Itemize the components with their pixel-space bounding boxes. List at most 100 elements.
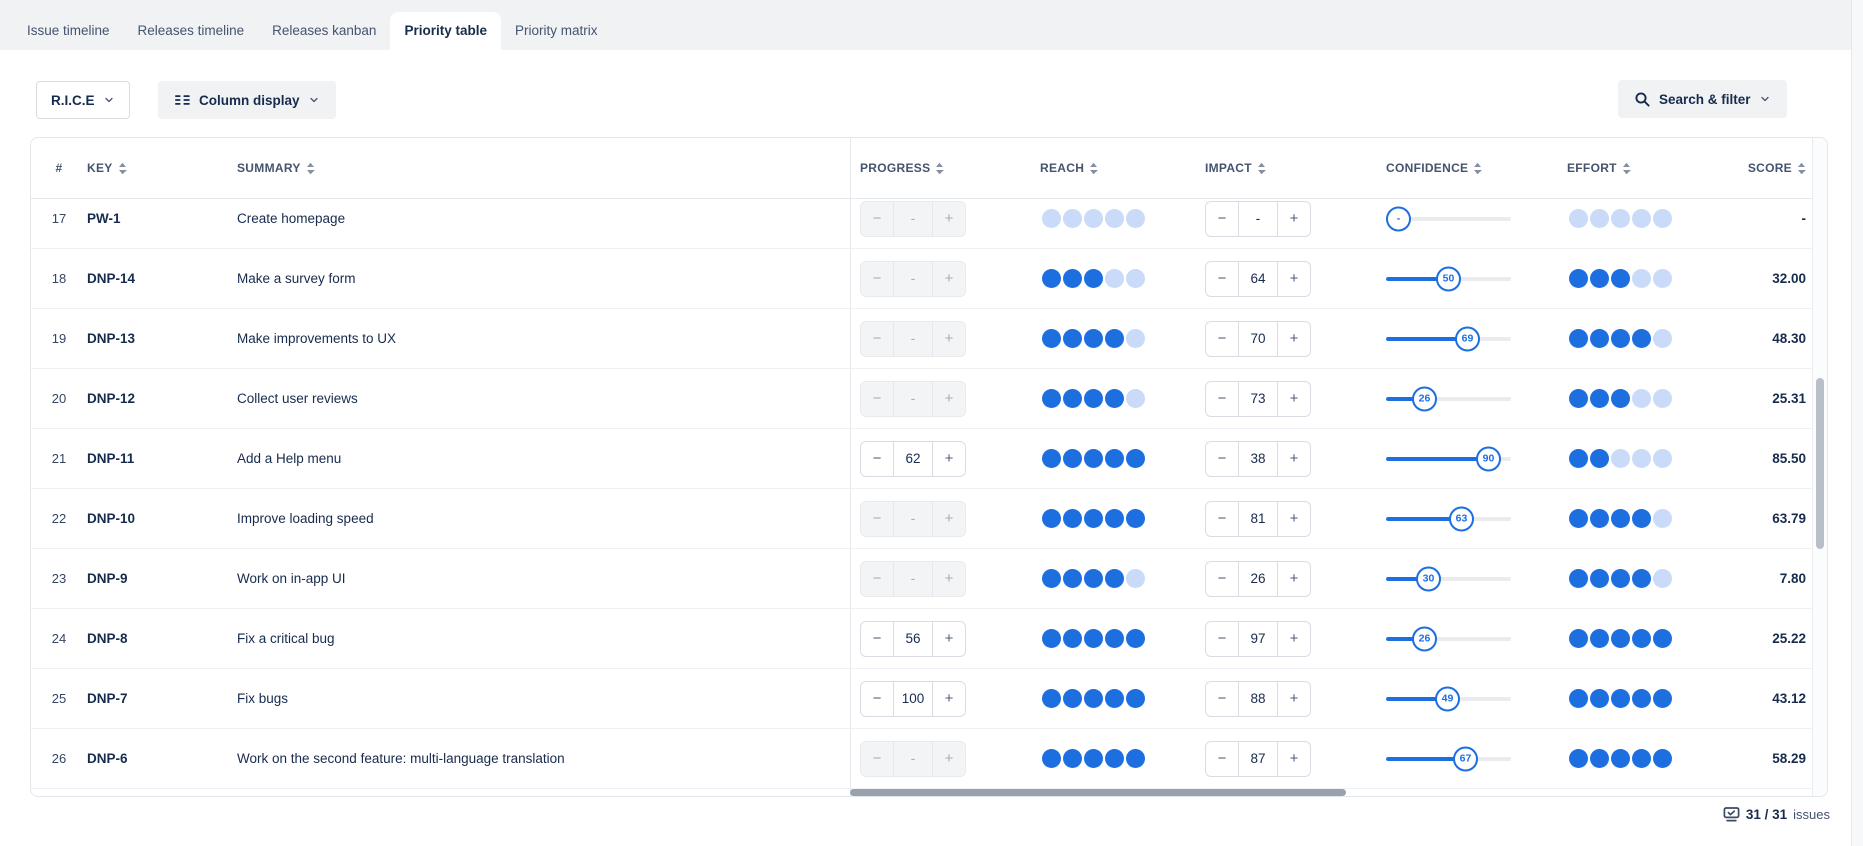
- decrement-button[interactable]: −: [1206, 622, 1238, 656]
- dot-4[interactable]: [1632, 389, 1651, 408]
- impact-stepper[interactable]: −70+: [1205, 321, 1311, 357]
- dot-1[interactable]: [1569, 209, 1588, 228]
- reach-dots[interactable]: [1042, 449, 1145, 468]
- impact-stepper[interactable]: −-+: [1205, 201, 1311, 237]
- effort-dots[interactable]: [1569, 329, 1672, 348]
- dot-5[interactable]: [1126, 689, 1145, 708]
- dot-1[interactable]: [1042, 569, 1061, 588]
- column-header-reach[interactable]: REACH: [1040, 161, 1205, 175]
- reach-dots[interactable]: [1042, 689, 1145, 708]
- dot-2[interactable]: [1590, 509, 1609, 528]
- impact-stepper[interactable]: −88+: [1205, 681, 1311, 717]
- dot-1[interactable]: [1569, 689, 1588, 708]
- dot-3[interactable]: [1084, 749, 1103, 768]
- dot-5[interactable]: [1653, 569, 1672, 588]
- impact-stepper[interactable]: −97+: [1205, 621, 1311, 657]
- horizontal-scrollbar-thumb[interactable]: [850, 789, 1346, 796]
- effort-dots[interactable]: [1569, 749, 1672, 768]
- slider-thumb[interactable]: 50: [1436, 266, 1461, 291]
- dot-3[interactable]: [1084, 449, 1103, 468]
- dot-3[interactable]: [1611, 389, 1630, 408]
- decrement-button[interactable]: −: [861, 442, 893, 476]
- dot-3[interactable]: [1084, 389, 1103, 408]
- dot-2[interactable]: [1063, 569, 1082, 588]
- reach-dots[interactable]: [1042, 389, 1145, 408]
- increment-button[interactable]: +: [1278, 742, 1310, 776]
- progress-stepper[interactable]: −56+: [860, 621, 966, 657]
- dot-5[interactable]: [1126, 749, 1145, 768]
- column-header-impact[interactable]: IMPACT: [1205, 161, 1386, 175]
- dot-3[interactable]: [1611, 329, 1630, 348]
- dot-2[interactable]: [1590, 689, 1609, 708]
- dot-3[interactable]: [1084, 269, 1103, 288]
- dot-5[interactable]: [1653, 749, 1672, 768]
- effort-dots[interactable]: [1569, 569, 1672, 588]
- tab-priority-table[interactable]: Priority table: [390, 12, 501, 50]
- column-display-button[interactable]: Column display: [158, 81, 336, 119]
- dot-3[interactable]: [1084, 629, 1103, 648]
- dot-2[interactable]: [1590, 389, 1609, 408]
- dot-1[interactable]: [1569, 389, 1588, 408]
- dot-1[interactable]: [1569, 269, 1588, 288]
- dot-2[interactable]: [1063, 269, 1082, 288]
- dot-3[interactable]: [1611, 449, 1630, 468]
- dot-4[interactable]: [1105, 449, 1124, 468]
- dot-5[interactable]: [1653, 629, 1672, 648]
- dot-2[interactable]: [1590, 329, 1609, 348]
- dot-3[interactable]: [1611, 629, 1630, 648]
- reach-dots[interactable]: [1042, 749, 1145, 768]
- dot-1[interactable]: [1569, 749, 1588, 768]
- dot-1[interactable]: [1569, 569, 1588, 588]
- dot-4[interactable]: [1632, 209, 1651, 228]
- confidence-slider[interactable]: 90: [1386, 446, 1511, 472]
- impact-stepper[interactable]: −64+: [1205, 261, 1311, 297]
- reach-dots[interactable]: [1042, 209, 1145, 228]
- dot-4[interactable]: [1105, 209, 1124, 228]
- dot-1[interactable]: [1042, 449, 1061, 468]
- dot-2[interactable]: [1063, 749, 1082, 768]
- confidence-slider[interactable]: -: [1386, 206, 1511, 232]
- dot-2[interactable]: [1590, 749, 1609, 768]
- increment-button[interactable]: +: [1278, 502, 1310, 536]
- reach-dots[interactable]: [1042, 269, 1145, 288]
- table-vertical-scrollbar[interactable]: [1812, 138, 1827, 796]
- dot-5[interactable]: [1126, 509, 1145, 528]
- reach-dots[interactable]: [1042, 629, 1145, 648]
- confidence-slider[interactable]: 30: [1386, 566, 1511, 592]
- impact-stepper[interactable]: −87+: [1205, 741, 1311, 777]
- vertical-scrollbar-thumb[interactable]: [1816, 378, 1824, 549]
- dot-4[interactable]: [1632, 509, 1651, 528]
- dot-4[interactable]: [1632, 569, 1651, 588]
- dot-1[interactable]: [1042, 269, 1061, 288]
- dot-4[interactable]: [1105, 329, 1124, 348]
- effort-dots[interactable]: [1569, 509, 1672, 528]
- tab-issue-timeline[interactable]: Issue timeline: [13, 12, 124, 50]
- dot-3[interactable]: [1084, 689, 1103, 708]
- dot-5[interactable]: [1653, 389, 1672, 408]
- increment-button[interactable]: +: [1278, 262, 1310, 296]
- dot-4[interactable]: [1632, 629, 1651, 648]
- tab-releases-timeline[interactable]: Releases timeline: [124, 12, 259, 50]
- column-header-summary[interactable]: SUMMARY: [237, 161, 850, 175]
- dot-3[interactable]: [1611, 749, 1630, 768]
- reach-dots[interactable]: [1042, 329, 1145, 348]
- dot-2[interactable]: [1063, 389, 1082, 408]
- slider-thumb[interactable]: 63: [1449, 506, 1474, 531]
- decrement-button[interactable]: −: [1206, 562, 1238, 596]
- dot-3[interactable]: [1084, 569, 1103, 588]
- dot-5[interactable]: [1653, 509, 1672, 528]
- dot-3[interactable]: [1084, 509, 1103, 528]
- dot-1[interactable]: [1042, 509, 1061, 528]
- column-header-confidence[interactable]: CONFIDENCE: [1386, 161, 1567, 175]
- dot-2[interactable]: [1063, 329, 1082, 348]
- dot-1[interactable]: [1042, 209, 1061, 228]
- dot-4[interactable]: [1632, 449, 1651, 468]
- column-header-progress[interactable]: PROGRESS: [860, 161, 1040, 175]
- increment-button[interactable]: +: [933, 682, 965, 716]
- dot-4[interactable]: [1105, 269, 1124, 288]
- search-filter-button[interactable]: Search & filter: [1618, 80, 1787, 118]
- dot-5[interactable]: [1126, 209, 1145, 228]
- confidence-slider[interactable]: 49: [1386, 686, 1511, 712]
- dot-1[interactable]: [1569, 329, 1588, 348]
- dot-4[interactable]: [1105, 509, 1124, 528]
